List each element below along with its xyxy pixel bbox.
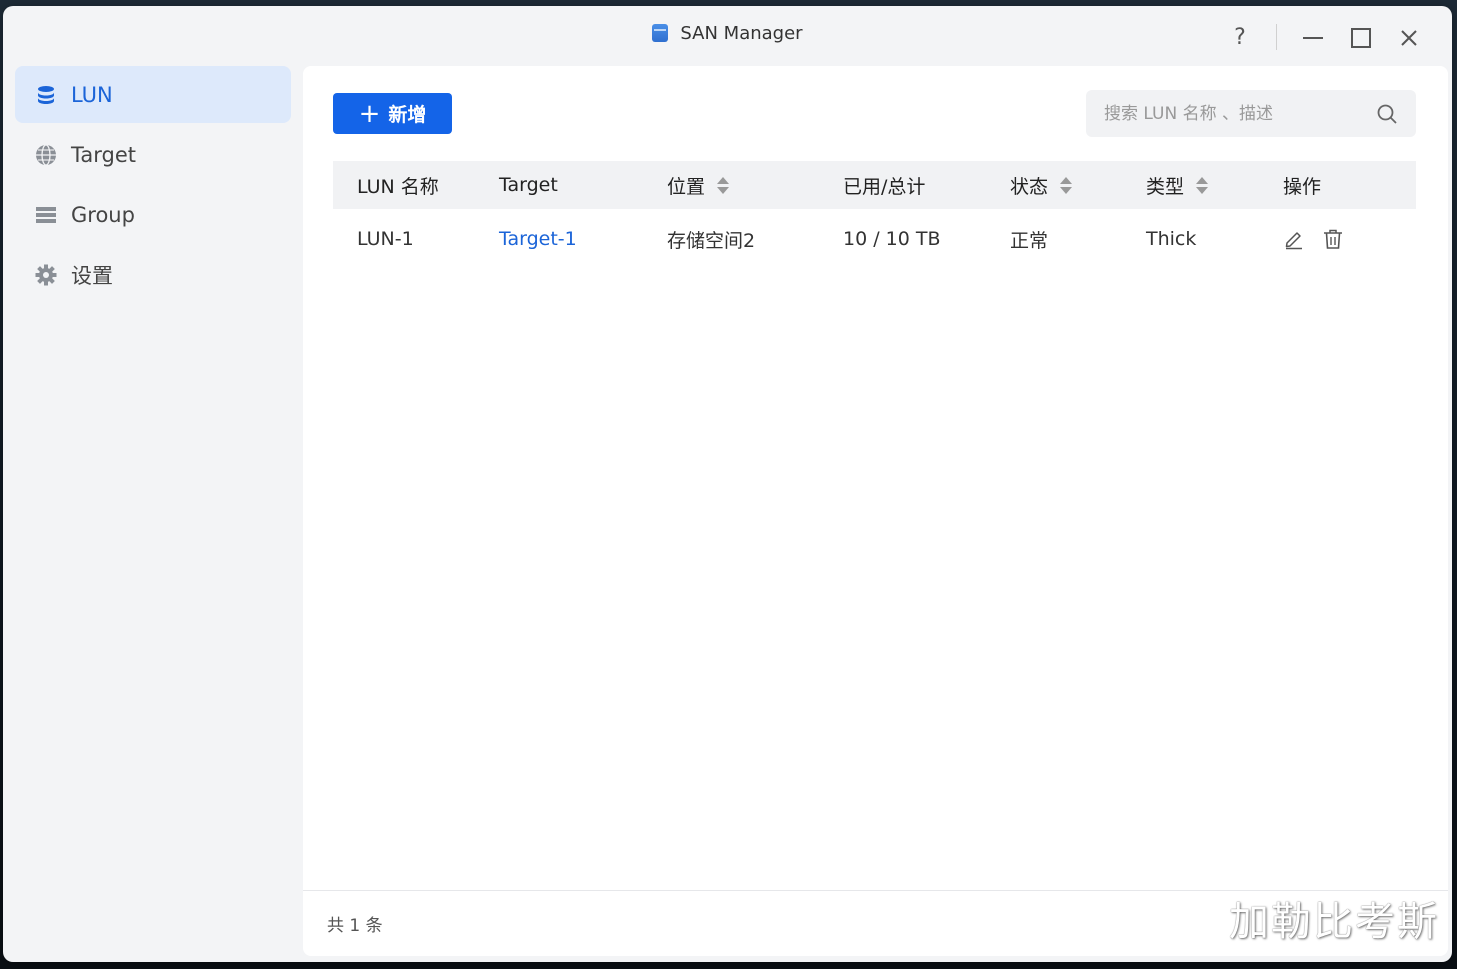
sidebar: LUN Target Group 设置	[15, 66, 291, 306]
window-title-text: SAN Manager	[680, 23, 803, 44]
minimize-button[interactable]	[1295, 20, 1331, 56]
cell-type: Thick	[1146, 228, 1197, 250]
watermark: 加勒比考斯	[1229, 899, 1439, 945]
help-button[interactable]: ?	[1222, 20, 1258, 56]
main-panel: + 新增 LUN 名称 Target 位置 已用/总计 状态	[303, 66, 1448, 956]
cell-actions	[1283, 228, 1416, 250]
plus-icon: +	[358, 98, 381, 129]
sidebar-item-label: Group	[71, 202, 135, 227]
sidebar-item-settings[interactable]: 设置	[15, 246, 291, 303]
titlebar-separator	[1276, 24, 1277, 50]
list-icon	[35, 204, 57, 226]
table-header: LUN 名称 Target 位置 已用/总计 状态 类型 操作	[333, 161, 1416, 209]
sidebar-item-lun[interactable]: LUN	[15, 66, 291, 123]
column-header-status[interactable]: 状态	[1010, 172, 1146, 199]
database-icon	[35, 84, 57, 106]
search-box	[1086, 90, 1416, 137]
sort-icon[interactable]	[1060, 176, 1073, 194]
column-header-type-label: 类型	[1146, 175, 1185, 198]
sidebar-item-label: Target	[71, 142, 136, 167]
column-header-usage: 已用/总计	[843, 175, 926, 198]
sidebar-item-label: 设置	[71, 263, 113, 288]
maximize-button[interactable]	[1343, 20, 1379, 56]
add-button-label: 新增	[388, 104, 427, 126]
column-header-status-label: 状态	[1010, 175, 1049, 198]
search-input[interactable]	[1086, 90, 1366, 137]
cell-target-link[interactable]: Target-1	[499, 228, 667, 250]
cell-usage: 10 / 10 TB	[843, 228, 941, 250]
close-icon	[1401, 30, 1417, 46]
app-window: SAN Manager ? LUN Target Group 设置 + 新增 搜…	[3, 6, 1452, 962]
sort-icon[interactable]	[1196, 176, 1209, 194]
column-header-target: Target	[499, 174, 558, 196]
delete-icon[interactable]	[1322, 228, 1344, 250]
sort-icon[interactable]	[717, 176, 730, 194]
column-header-location[interactable]: 位置	[667, 172, 843, 199]
san-manager-app-icon	[652, 24, 669, 42]
titlebar: SAN Manager ?	[3, 6, 1452, 64]
lun-table: LUN 名称 Target 位置 已用/总计 状态 类型 操作 LUN-1 Ta…	[333, 161, 1416, 269]
edit-icon[interactable]	[1283, 228, 1305, 250]
column-header-actions: 操作	[1283, 175, 1322, 198]
minimize-icon	[1303, 37, 1323, 39]
total-count: 共 1 条	[327, 916, 383, 936]
column-header-location-label: 位置	[667, 175, 706, 198]
column-header-type[interactable]: 类型	[1146, 172, 1283, 199]
column-header-name: LUN 名称	[357, 175, 439, 198]
cell-status: 正常	[1010, 229, 1049, 252]
sidebar-item-group[interactable]: Group	[15, 186, 291, 243]
cell-location: 存储空间2	[667, 229, 756, 252]
search-icon[interactable]	[1376, 103, 1398, 125]
add-button[interactable]: + 新增	[333, 93, 452, 134]
gear-icon	[35, 264, 57, 286]
sidebar-item-target[interactable]: Target	[15, 126, 291, 183]
close-button[interactable]	[1391, 20, 1427, 56]
table-row[interactable]: LUN-1 Target-1 存储空间2 10 / 10 TB 正常 Thick	[333, 209, 1416, 269]
sidebar-item-label: LUN	[71, 82, 113, 107]
cell-lun-name: LUN-1	[357, 228, 414, 250]
globe-icon	[35, 143, 57, 166]
maximize-icon	[1351, 28, 1371, 48]
